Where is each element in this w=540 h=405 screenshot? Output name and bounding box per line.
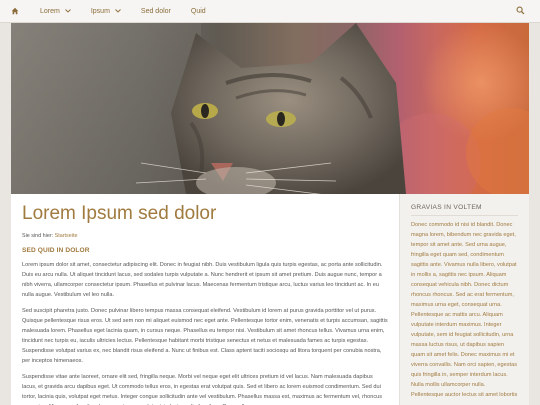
cat-photo (11, 23, 529, 194)
home-icon (11, 7, 19, 15)
breadcrumb-prefix: Sie sind hier: (22, 233, 54, 239)
nav-item-label: Ipsum (90, 7, 110, 15)
home-link[interactable] (0, 0, 30, 22)
top-nav: Lorem Ipsum Sed dolor Quid (0, 0, 540, 23)
paragraph: Sed suscipit pharetra justo. Donec pulvi… (22, 308, 388, 364)
hero-image (11, 23, 529, 194)
nav-item-lorem[interactable]: Lorem (30, 0, 81, 22)
sidebar-heading: GRAVIAS IN VOLTEM (411, 204, 518, 216)
chevron-down-icon (115, 8, 121, 14)
nav-item-label: Lorem (40, 7, 60, 15)
nav-item-sed-dolor[interactable]: Sed dolor (131, 0, 181, 22)
nav-item-label: Quid (190, 7, 206, 15)
sidebar-text: Donec commodo id nisi id blandit. Donec … (411, 222, 518, 398)
nav-item-label: Sed dolor (140, 7, 171, 15)
breadcrumb-link-home[interactable]: Startseite (55, 233, 78, 239)
nav-item-ipsum[interactable]: Ipsum (81, 0, 131, 22)
nav-item-quid[interactable]: Quid (181, 0, 216, 22)
page-title: Lorem Ipsum sed dolor (22, 203, 217, 224)
chevron-down-icon (65, 8, 71, 14)
main-content: Lorem Ipsum sed dolor Sie sind hier: Sta… (11, 194, 399, 405)
search-button[interactable] (516, 6, 526, 16)
search-icon (516, 6, 525, 15)
paragraph: Lorem ipsum dolor sit amet, consectetur … (22, 262, 383, 298)
sidebar: GRAVIAS IN VOLTEM Donec commodo id nisi … (399, 194, 529, 405)
paragraph: Suspendisse vitae ante laoreet, ornare e… (22, 374, 383, 405)
section-heading: SED QUID IN DOLOR (22, 247, 90, 254)
breadcrumb: Sie sind hier: Startseite (22, 233, 388, 239)
page: Lorem Ipsum Sed dolor Quid Lorem Ipsum s… (0, 0, 540, 405)
